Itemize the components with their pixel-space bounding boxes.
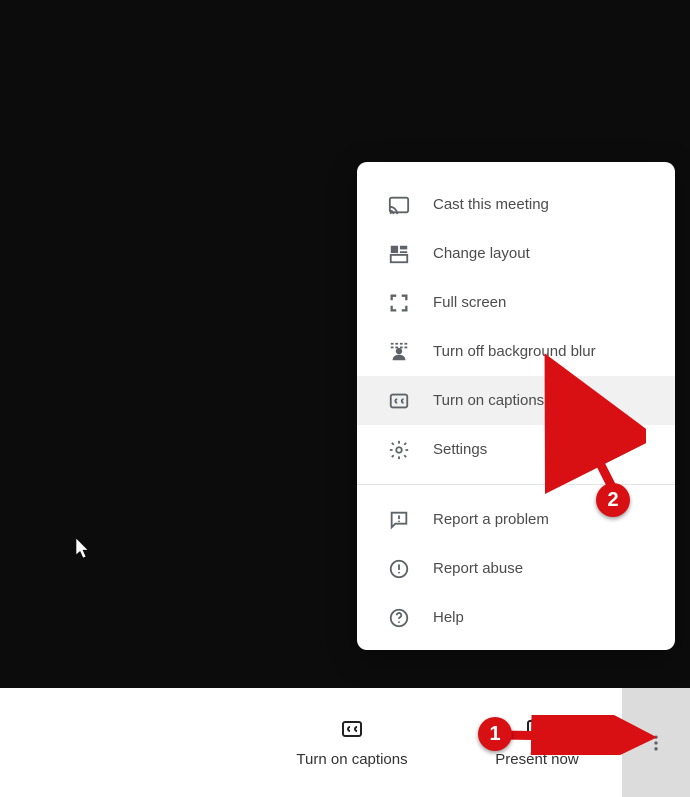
menu-item-label: Settings xyxy=(433,441,487,458)
turn-on-captions-button[interactable]: Turn on captions xyxy=(252,688,452,797)
present-icon xyxy=(525,717,549,741)
captions-icon xyxy=(340,717,364,741)
menu-item-label: Turn on captions xyxy=(433,392,544,409)
layout-icon xyxy=(387,242,411,266)
cast-icon xyxy=(387,193,411,217)
menu-item-label: Full screen xyxy=(433,294,506,311)
menu-item-cast[interactable]: Cast this meeting xyxy=(357,180,675,229)
more-options-button[interactable] xyxy=(622,688,690,797)
menu-item-label: Report abuse xyxy=(433,560,523,577)
menu-item-report-abuse[interactable]: Report abuse xyxy=(357,544,675,593)
menu-item-label: Help xyxy=(433,609,464,626)
more-vertical-icon xyxy=(644,731,668,755)
menu-item-label: Change layout xyxy=(433,245,530,262)
gear-icon xyxy=(387,438,411,462)
menu-item-fullscreen[interactable]: Full screen xyxy=(357,278,675,327)
menu-item-label: Report a problem xyxy=(433,511,549,528)
more-options-menu: Cast this meeting Change layout Full scr… xyxy=(357,162,675,650)
menu-separator xyxy=(357,484,675,485)
menu-item-help[interactable]: Help xyxy=(357,593,675,642)
menu-item-captions[interactable]: Turn on captions xyxy=(357,376,675,425)
menu-item-label: Cast this meeting xyxy=(433,196,549,213)
menu-item-settings[interactable]: Settings xyxy=(357,425,675,474)
menu-item-background-blur[interactable]: Turn off background blur xyxy=(357,327,675,376)
fullscreen-icon xyxy=(387,291,411,315)
help-icon xyxy=(387,606,411,630)
report-abuse-icon xyxy=(387,557,411,581)
menu-item-report-problem[interactable]: Report a problem xyxy=(357,495,675,544)
captions-icon xyxy=(387,389,411,413)
toolbar-button-label: Turn on captions xyxy=(296,751,407,768)
menu-item-layout[interactable]: Change layout xyxy=(357,229,675,278)
menu-item-label: Turn off background blur xyxy=(433,343,596,360)
toolbar-button-label: Present now xyxy=(495,751,578,768)
bottom-toolbar: Turn on captions Present now xyxy=(0,688,690,797)
feedback-icon xyxy=(387,508,411,532)
present-now-button[interactable]: Present now xyxy=(452,688,622,797)
background-blur-icon xyxy=(387,340,411,364)
